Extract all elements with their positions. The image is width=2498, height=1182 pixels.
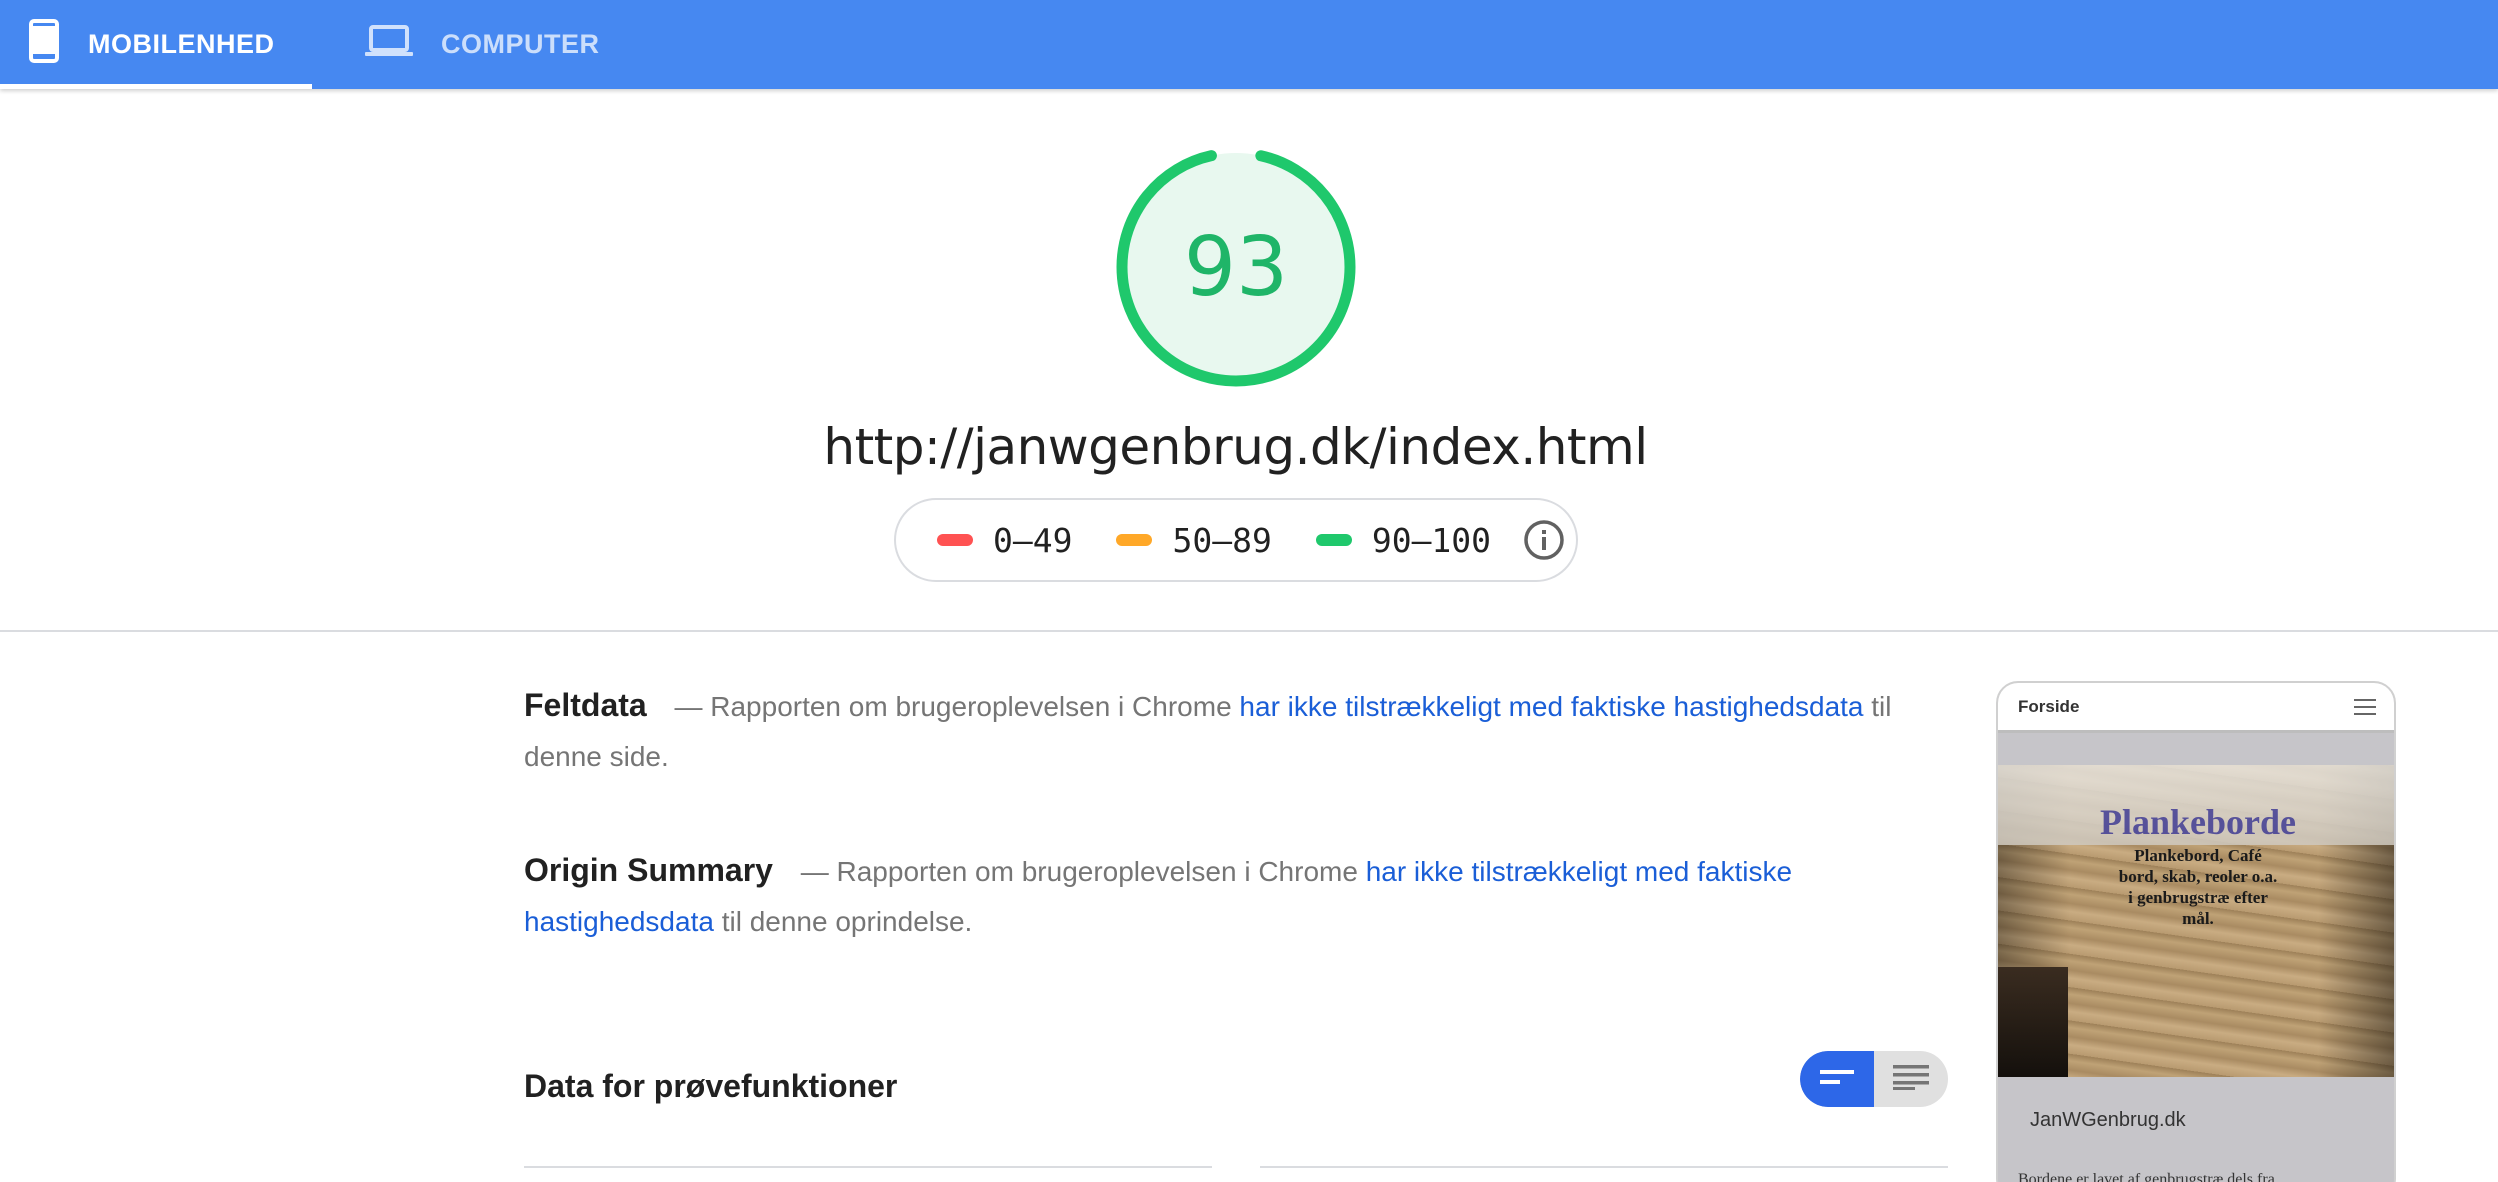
- legend-label-poor: 0–49: [993, 520, 1073, 560]
- list-view-button[interactable]: [1874, 1051, 1948, 1107]
- smartphone-icon: [28, 19, 60, 70]
- legend-label-good: 90–100: [1371, 520, 1492, 560]
- tab-desktop-label: COMPUTER: [441, 29, 600, 59]
- performance-score-gauge: 93: [1112, 143, 1360, 391]
- tested-url: http://janwgenbrug.dk/index.html: [823, 418, 1648, 476]
- lab-data-title: Data for prøvefunktioner: [524, 1068, 898, 1104]
- screenshot-hero-text: Plankebord, Café bord, skab, reoler o.a.…: [2118, 846, 2278, 928]
- section-divider: [0, 630, 2498, 632]
- origin-summary-section: Origin Summary — Rapporten om brugerople…: [524, 845, 1924, 947]
- legend-pill-good: [1315, 534, 1352, 546]
- field-data-title: Feltdata: [524, 687, 647, 723]
- screenshot-nav-title: Forside: [2018, 697, 2080, 716]
- metrics-column-divider-left: [524, 1166, 1212, 1168]
- score-legend: 0–49 50–89 90–100: [894, 498, 1578, 582]
- performance-score-value: 93: [1183, 219, 1289, 315]
- legend-item-good: 90–100: [1315, 520, 1492, 560]
- legend-pill-average: [1116, 534, 1153, 546]
- screenshot-hero-heading: Plankeborde: [2099, 802, 2296, 842]
- metrics-column-divider-right: [1260, 1166, 1948, 1168]
- origin-summary-dash: —: [800, 856, 829, 887]
- field-data-link[interactable]: har ikke tilstrækkeligt med faktiske has…: [1239, 691, 1863, 722]
- origin-summary-title: Origin Summary: [524, 852, 773, 888]
- legend-label-average: 50–89: [1172, 520, 1272, 560]
- device-tab-bar: MOBILENHED COMPUTER: [0, 0, 2498, 89]
- screenshot-hero-image: Plankeborde Plankebord, Café bord, skab,…: [1998, 765, 2394, 1077]
- legend-pill-poor: [937, 534, 973, 546]
- final-screenshot: Forside Plankeborde Plankebord, Café bor…: [1996, 681, 2396, 1182]
- field-data-dash: —: [674, 691, 703, 722]
- legend-item-average: 50–89: [1116, 520, 1272, 560]
- compact-view-icon: [1820, 1067, 1854, 1092]
- hamburger-menu-icon: [2354, 699, 2376, 720]
- screenshot-nav-bar: Forside: [1998, 683, 2394, 733]
- origin-summary-text-after: til denne oprindelse.: [721, 906, 973, 937]
- origin-summary-text: Rapporten om brugeroplevelsen i Chrome: [836, 856, 1358, 887]
- tab-mobile[interactable]: MOBILENHED: [0, 0, 312, 89]
- list-view-icon: [1893, 1064, 1929, 1095]
- tab-desktop[interactable]: COMPUTER: [360, 0, 600, 89]
- tab-mobile-label: MOBILENHED: [88, 29, 275, 59]
- screenshot-brand: JanWGenbrug.dk: [2030, 1109, 2186, 1131]
- screenshot-body-text: Bordene er lavet af genbrugstræ dels fra: [2018, 1171, 2275, 1182]
- legend-item-poor: 0–49: [937, 521, 1072, 560]
- laptop-icon: [365, 24, 413, 65]
- view-toggle: [1800, 1051, 1948, 1107]
- field-data-section: Feltdata — Rapporten om brugeroplevelsen…: [524, 680, 1924, 782]
- compact-view-button[interactable]: [1800, 1051, 1874, 1107]
- hero-table-leg: [1998, 967, 2068, 1077]
- info-icon[interactable]: [1523, 519, 1565, 561]
- field-data-text: Rapporten om brugeroplevelsen i Chrome: [710, 691, 1232, 722]
